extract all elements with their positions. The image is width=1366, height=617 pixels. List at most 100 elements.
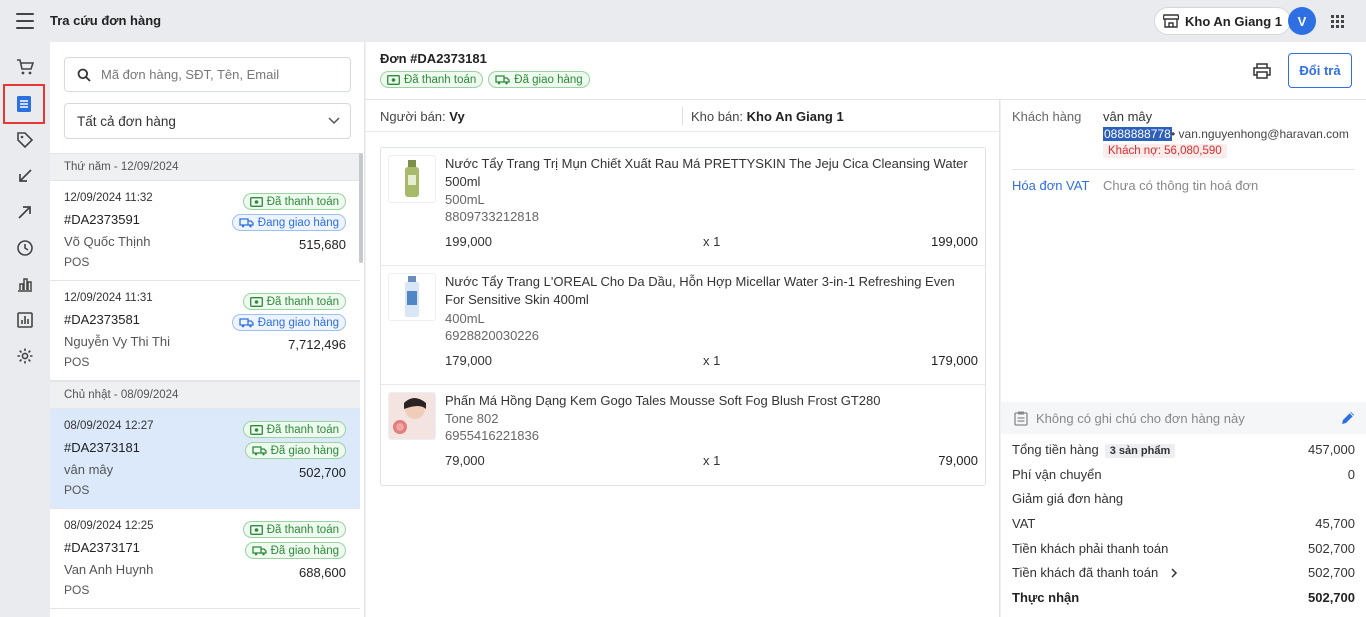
product-thumbnail (388, 273, 436, 321)
order-code: #DA2373181 (64, 440, 140, 455)
product-sku: 6928820030226 (445, 328, 539, 343)
order-customer: Võ Quốc Thịnh (64, 234, 151, 249)
order-list: Thứ năm - 12/09/2024 12/09/2024 11:32 #D… (50, 153, 360, 617)
order-items-list: Nước Tẩy Trang Trị Mụn Chiết Xuất Rau Má… (380, 147, 986, 486)
order-customer: Nguyễn Vy Thi Thi (64, 334, 170, 349)
order-detail-title: Đơn #DA2373181 (380, 51, 487, 66)
item-count-badge: 3 sản phẩm (1104, 444, 1176, 458)
customer-email: • van.nguyenhong@haravan.com (1171, 127, 1349, 141)
search-input[interactable] (101, 67, 341, 82)
edit-pencil-icon[interactable] (1341, 410, 1356, 425)
cash-icon (387, 74, 400, 85)
shipping-status-badge: Đang giao hàng (231, 314, 346, 331)
page-title: Tra cứu đơn hàng (50, 13, 162, 28)
product-thumbnail (388, 155, 436, 203)
product-sku: 6955416221836 (445, 428, 539, 443)
order-list-item[interactable]: 12/09/2024 11:32 #DA2373591 Võ Quốc Thịn… (50, 181, 360, 281)
user-avatar[interactable]: V (1288, 7, 1316, 35)
divider (1012, 169, 1355, 170)
product-line-total: 199,000 (931, 234, 978, 249)
shipping-status-badge: Đã giao hàng (244, 442, 346, 459)
vat-value: 45,700 (1315, 516, 1355, 531)
customer-summary-panel: Khách hàng vân mây 0888888778 • van.nguy… (1001, 100, 1366, 617)
customer-label: Khách hàng (1012, 109, 1082, 124)
vat-label: VAT (1012, 516, 1036, 531)
net-received-label: Thực nhận (1012, 590, 1080, 605)
order-code: #DA2373581 (64, 312, 140, 327)
shipping-fee-label: Phí vận chuyển (1012, 467, 1102, 482)
order-item: Phấn Má Hồng Dạng Kem Gogo Tales Mousse … (381, 385, 985, 485)
note-icon (1014, 411, 1028, 426)
order-customer: Van Anh Huynh (64, 562, 154, 577)
outbound-icon[interactable] (6, 195, 44, 229)
customer-phone[interactable]: 0888888778 (1103, 127, 1172, 141)
shipping-status-badge: Đã giao hàng (244, 542, 346, 559)
payment-status-badge: Đã thanh toán (242, 421, 346, 438)
shipping-status-badge: Đang giao hàng (231, 214, 346, 231)
product-variant: 500mL (445, 192, 485, 207)
order-item: Nước Tẩy Trang L'OREAL Cho Da Dầu, Hỗn H… (381, 266, 985, 385)
order-total: 688,600 (299, 565, 346, 580)
truck-icon (251, 445, 267, 455)
vat-invoice-value: Chưa có thông tin hoá đơn (1103, 178, 1259, 193)
product-line-total: 179,000 (931, 353, 978, 368)
product-quantity: x 1 (703, 353, 721, 368)
order-channel: POS (64, 583, 90, 597)
tag-icon[interactable] (6, 123, 44, 157)
product-variant: 400mL (445, 311, 485, 326)
order-items-area: Người bán: Vy Kho bán: Kho An Giang 1 Nư… (366, 100, 1000, 617)
seller-name: Vy (449, 109, 465, 124)
amount-paid-label: Tiền khách đã thanh toán (1012, 565, 1159, 580)
truck-icon (239, 217, 254, 227)
order-code: #DA2373171 (64, 540, 140, 555)
report-icon[interactable] (6, 303, 44, 337)
truck-icon (251, 545, 267, 555)
store-switcher-button[interactable]: Kho An Giang 1 (1154, 7, 1292, 35)
vat-invoice-link[interactable]: Hóa đơn VAT (1012, 178, 1089, 193)
inbound-icon[interactable] (6, 159, 44, 193)
order-list-item[interactable]: 08/09/2024 12:25 #DA2373171 Van Anh Huyn… (50, 509, 360, 609)
store-name: Kho An Giang 1 (1185, 13, 1283, 29)
chevron-right-icon[interactable] (1170, 568, 1178, 578)
product-quantity: x 1 (703, 234, 721, 249)
product-sku: 8809733212818 (445, 209, 539, 224)
truck-icon (495, 74, 510, 84)
amount-due-label: Tiền khách phải thanh toán (1012, 541, 1169, 556)
shipping-fee-value: 0 (1347, 467, 1355, 482)
shipping-status-badge: Đã giao hàng (488, 71, 590, 88)
store-icon (1163, 14, 1179, 28)
return-exchange-button[interactable]: Đổi trả (1288, 53, 1352, 88)
product-name: Nước Tẩy Trang Trị Mụn Chiết Xuất Rau Má… (445, 156, 968, 189)
order-filter-select[interactable]: Tất cả đơn hàng (64, 103, 351, 139)
order-item: Nước Tẩy Trang Trị Mụn Chiết Xuất Rau Má… (381, 148, 985, 266)
order-channel: POS (64, 255, 90, 269)
print-icon[interactable] (1253, 63, 1271, 79)
amount-due-value: 502,700 (1308, 541, 1355, 556)
payment-status-badge: Đã thanh toán (242, 293, 346, 310)
cash-icon (249, 424, 263, 435)
apps-grid-icon[interactable] (1331, 15, 1344, 28)
order-list-item-selected[interactable]: 08/09/2024 12:27 #DA2373181 vân mây POS … (50, 409, 360, 509)
bar-chart-icon[interactable] (6, 267, 44, 301)
order-time: 08/09/2024 12:25 (64, 520, 154, 532)
subtotal-label: Tổng tiền hàng (1012, 442, 1099, 457)
cash-icon (249, 196, 263, 207)
product-price: 199,000 (445, 234, 492, 249)
order-total: 7,712,496 (288, 337, 346, 352)
order-list-item[interactable]: 12/09/2024 11:31 #DA2373581 Nguyễn Vy Th… (50, 281, 360, 381)
gear-icon[interactable] (6, 339, 44, 373)
orders-icon[interactable] (3, 84, 45, 124)
product-quantity: x 1 (703, 453, 721, 468)
order-note-row: Không có ghi chú cho đơn hàng này (1001, 402, 1366, 434)
clock-icon[interactable] (6, 231, 44, 265)
cart-icon[interactable] (6, 50, 44, 84)
product-price: 79,000 (445, 453, 485, 468)
top-bar: Tra cứu đơn hàng Kho An Giang 1 V (0, 0, 1366, 42)
seller-info-bar: Người bán: Vy Kho bán: Kho An Giang 1 (366, 100, 1000, 132)
order-note-text: Không có ghi chú cho đơn hàng này (1036, 411, 1245, 426)
order-list-scrollbar[interactable] (359, 153, 363, 263)
order-time: 08/09/2024 12:27 (64, 420, 154, 432)
hamburger-menu-icon[interactable] (16, 13, 34, 29)
search-box[interactable] (64, 57, 351, 92)
customer-name[interactable]: vân mây (1103, 109, 1152, 124)
